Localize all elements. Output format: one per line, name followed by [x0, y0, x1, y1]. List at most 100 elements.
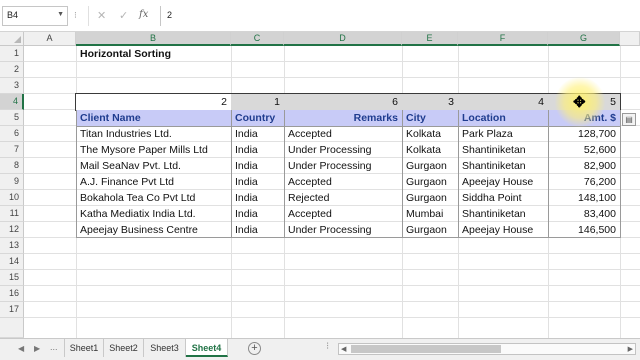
scroll-left-icon[interactable]: ◀	[341, 345, 346, 353]
table-border	[620, 110, 621, 238]
row-header-10[interactable]: 10	[0, 190, 24, 206]
row-header-17[interactable]: 17	[0, 302, 24, 318]
city-cell[interactable]: Gurgaon	[402, 190, 458, 206]
row-header-16[interactable]: 16	[0, 286, 24, 302]
name-box-value: B4	[7, 10, 19, 20]
tab-sheet2[interactable]: Sheet2	[104, 339, 144, 357]
row-header-5[interactable]: 5	[0, 110, 24, 126]
column-header-h[interactable]	[620, 32, 640, 46]
location-cell[interactable]: Apeejay House	[458, 174, 548, 190]
horizontal-scrollbar[interactable]: ◀ ▶	[338, 343, 636, 355]
remarks-cell[interactable]: Accepted	[284, 174, 402, 190]
country-cell[interactable]: India	[231, 222, 284, 238]
table-header-cell: Country	[235, 112, 276, 124]
location-cell[interactable]: Shantiniketan	[458, 142, 548, 158]
table-border	[402, 110, 403, 238]
country-cell[interactable]: India	[231, 158, 284, 174]
column-header-d[interactable]: D	[284, 32, 402, 46]
formula-buttons: ✕ ✓ fx	[88, 6, 158, 26]
insert-function-icon[interactable]: fx	[139, 9, 148, 20]
tab-splitter-icon[interactable]: ⁝	[326, 341, 329, 352]
column-header-g[interactable]: G	[548, 32, 620, 46]
client-name-cell[interactable]: Bokahola Tea Co Pvt Ltd	[76, 190, 231, 206]
name-box[interactable]: B4 ▼	[2, 6, 68, 26]
chevron-down-icon[interactable]: ▼	[57, 11, 64, 18]
previous-sheet-icon[interactable]: ◀	[18, 344, 24, 353]
gridline	[24, 301, 640, 302]
city-cell[interactable]: Gurgaon	[402, 222, 458, 238]
amount-cell[interactable]: 76,200	[548, 174, 620, 190]
row-header-9[interactable]: 9	[0, 174, 24, 190]
enter-icon[interactable]: ✓	[119, 9, 128, 22]
remarks-cell[interactable]: Accepted	[284, 206, 402, 222]
row-header-4[interactable]: 4	[0, 94, 24, 110]
cell-grid[interactable]: Horizontal Sorting 2 1 6 3 4 5 Client Na…	[24, 46, 640, 338]
table-border	[76, 237, 621, 238]
location-cell[interactable]: Apeejay House	[458, 222, 548, 238]
client-name-cell[interactable]: The Mysore Paper Mills Ltd	[76, 142, 231, 158]
city-cell[interactable]: Gurgaon	[402, 174, 458, 190]
formula-input[interactable]: 2	[160, 6, 638, 26]
row-header-6[interactable]: 6	[0, 126, 24, 142]
client-name-cell[interactable]: A.J. Finance Pvt Ltd	[76, 174, 231, 190]
country-cell[interactable]: India	[231, 142, 284, 158]
more-sheets-button[interactable]: ...	[50, 342, 58, 352]
client-name-cell[interactable]: Mail SeaNav Pvt. Ltd.	[76, 158, 231, 174]
city-cell[interactable]: Kolkata	[402, 126, 458, 142]
cancel-icon[interactable]: ✕	[97, 9, 106, 22]
table-border	[231, 110, 232, 238]
column-header-a[interactable]: A	[24, 32, 76, 46]
amount-cell[interactable]: 128,700	[548, 126, 620, 142]
row-header-8[interactable]: 8	[0, 158, 24, 174]
row-header-3[interactable]: 3	[0, 78, 24, 94]
remarks-cell[interactable]: Under Processing	[284, 142, 402, 158]
remarks-cell[interactable]: Rejected	[284, 190, 402, 206]
client-name-cell[interactable]: Katha Mediatix India Ltd.	[76, 206, 231, 222]
paste-options-icon[interactable]: ▤	[622, 113, 636, 126]
remarks-cell[interactable]: Under Processing	[284, 158, 402, 174]
city-cell[interactable]: Kolkata	[402, 142, 458, 158]
row-header-14[interactable]: 14	[0, 254, 24, 270]
add-sheet-icon[interactable]: +	[248, 342, 261, 355]
scroll-right-icon[interactable]: ▶	[628, 345, 633, 353]
amount-cell[interactable]: 82,900	[548, 158, 620, 174]
city-cell[interactable]: Gurgaon	[402, 158, 458, 174]
column-header-b[interactable]: B	[76, 32, 231, 46]
gridline	[24, 77, 640, 78]
location-cell[interactable]: Siddha Point	[458, 190, 548, 206]
amount-cell[interactable]: 83,400	[548, 206, 620, 222]
country-cell[interactable]: India	[231, 190, 284, 206]
row-header-15[interactable]: 15	[0, 270, 24, 286]
country-cell[interactable]: India	[231, 126, 284, 142]
select-all-button[interactable]	[0, 32, 24, 46]
column-header-c[interactable]: C	[231, 32, 284, 46]
amount-cell[interactable]: 148,100	[548, 190, 620, 206]
tab-sheet1[interactable]: Sheet1	[64, 339, 104, 357]
row-header-13[interactable]: 13	[0, 238, 24, 254]
client-name-cell[interactable]: Apeejay Business Centre	[76, 222, 231, 238]
scrollbar-thumb[interactable]	[351, 345, 501, 353]
remarks-cell[interactable]: Accepted	[284, 126, 402, 142]
next-sheet-icon[interactable]: ▶	[34, 344, 40, 353]
table-border	[548, 110, 549, 238]
row-header-11[interactable]: 11	[0, 206, 24, 222]
remarks-cell[interactable]: Under Processing	[284, 222, 402, 238]
column-header-e[interactable]: E	[402, 32, 458, 46]
client-name-cell[interactable]: Titan Industries Ltd.	[76, 126, 231, 142]
country-cell[interactable]: India	[231, 206, 284, 222]
city-cell[interactable]: Mumbai	[402, 206, 458, 222]
row-header-2[interactable]: 2	[0, 62, 24, 78]
row-header-12[interactable]: 12	[0, 222, 24, 238]
row-header-1[interactable]: 1	[0, 46, 24, 62]
location-cell[interactable]: Shantiniketan	[458, 158, 548, 174]
tab-sheet4[interactable]: Sheet4	[186, 339, 228, 357]
tab-sheet3[interactable]: Sheet3	[144, 339, 186, 357]
location-cell[interactable]: Shantiniketan	[458, 206, 548, 222]
row-header-7[interactable]: 7	[0, 142, 24, 158]
row-header-18[interactable]	[0, 318, 24, 338]
country-cell[interactable]: India	[231, 174, 284, 190]
amount-cell[interactable]: 52,600	[548, 142, 620, 158]
column-header-f[interactable]: F	[458, 32, 548, 46]
location-cell[interactable]: Park Plaza	[458, 126, 548, 142]
amount-cell[interactable]: 146,500	[548, 222, 620, 238]
